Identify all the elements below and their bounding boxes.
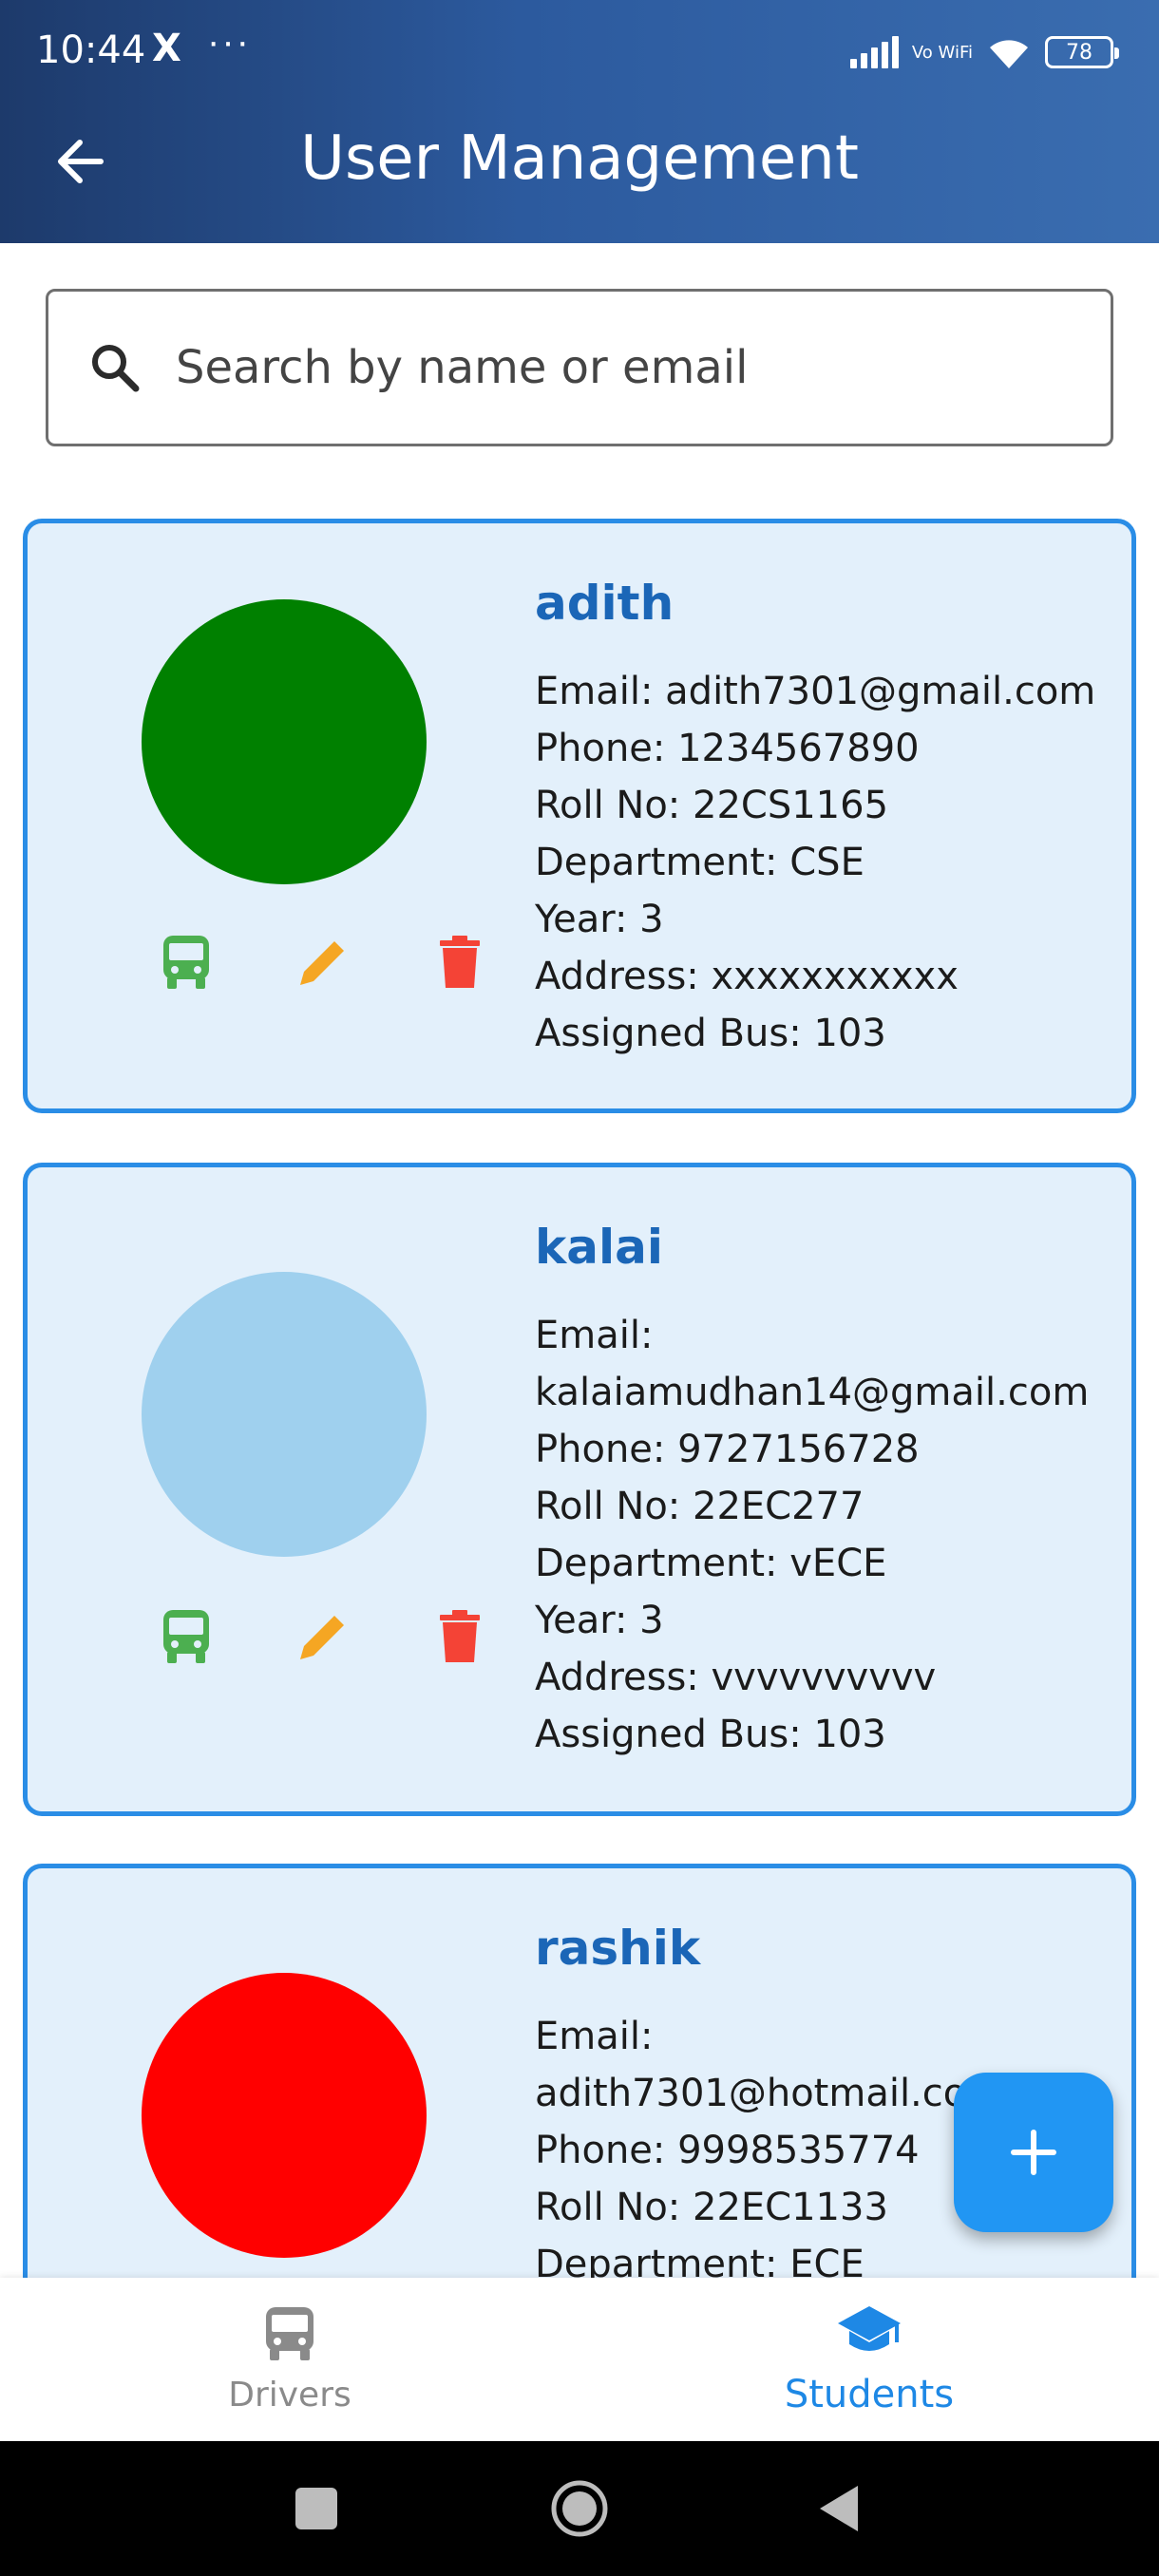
card-actions <box>118 928 528 996</box>
battery-icon: 78 <box>1045 36 1119 68</box>
student-bus: Assigned Bus: 103 <box>535 1012 886 1055</box>
search-field[interactable] <box>46 289 1113 446</box>
plus-icon <box>1011 2130 1056 2175</box>
nav-item-drivers[interactable]: Drivers <box>0 2278 580 2441</box>
system-nav-bar <box>0 2441 1159 2576</box>
nav-item-students[interactable]: Students <box>580 2278 1159 2441</box>
student-email-label: Email: <box>535 1314 654 1357</box>
status-time: 10:44 <box>36 28 146 72</box>
school-icon <box>838 2306 901 2351</box>
student-year: Year: 3 <box>535 1599 664 1642</box>
search-icon <box>92 345 140 392</box>
student-name: rashik <box>535 1921 701 1976</box>
trash-icon <box>440 1610 480 1662</box>
student-department: Department: ECE <box>535 2243 864 2278</box>
battery-level: 78 <box>1066 40 1092 65</box>
student-list[interactable]: adith Email: adith7301@gmail.com Phone: … <box>0 494 1159 2278</box>
delete-button[interactable] <box>391 928 528 996</box>
square-icon <box>295 2488 337 2529</box>
more-notifications-icon: ··· <box>207 21 251 63</box>
status-indicators: Vo WiFi 78 <box>849 28 1119 76</box>
home-button[interactable] <box>546 2475 613 2542</box>
home-circle-icon <box>551 2480 608 2537</box>
signal-icon <box>849 36 899 68</box>
student-name: kalai <box>535 1220 664 1275</box>
bus-icon <box>163 936 209 989</box>
avatar <box>142 1272 427 1557</box>
nav-label-drivers: Drivers <box>228 2375 352 2415</box>
student-info: kalai Email: kalaiamudhan14@gmail.com Ph… <box>535 1220 1112 1763</box>
card-actions <box>118 1602 528 1671</box>
assign-bus-button[interactable] <box>118 928 255 996</box>
pencil-icon <box>300 1613 347 1659</box>
nav-label-students: Students <box>784 2373 955 2416</box>
edit-button[interactable] <box>255 1602 391 1671</box>
search-input[interactable] <box>176 341 1031 394</box>
student-address: Address: xxxxxxxxxxx <box>535 955 959 998</box>
back-nav-button[interactable] <box>806 2475 872 2542</box>
bus-icon <box>266 2306 314 2360</box>
delete-button[interactable] <box>391 1602 528 1671</box>
student-email-label: Email: <box>535 2015 654 2058</box>
recents-button[interactable] <box>283 2475 350 2542</box>
avatar <box>142 599 427 884</box>
triangle-back-icon <box>820 2486 858 2531</box>
student-email: kalaiamudhan14@gmail.com <box>535 1371 1090 1414</box>
student-department: Department: CSE <box>535 841 864 884</box>
x-app-icon: X <box>152 27 181 70</box>
student-department: Department: vECE <box>535 1542 887 1585</box>
student-phone: Phone: 1234567890 <box>535 727 920 770</box>
edit-button[interactable] <box>255 928 391 996</box>
trash-icon <box>440 936 480 988</box>
page-title: User Management <box>300 123 859 194</box>
student-bus: Assigned Bus: 103 <box>535 1713 886 1756</box>
assign-bus-button[interactable] <box>118 1602 255 1671</box>
student-card[interactable]: kalai Email: kalaiamudhan14@gmail.com Ph… <box>23 1163 1136 1816</box>
student-name: adith <box>535 576 674 631</box>
wifi-icon <box>990 40 1028 68</box>
bus-icon <box>163 1610 209 1663</box>
add-student-button[interactable] <box>954 2073 1113 2232</box>
vowifi-label: Vo WiFi <box>911 42 973 63</box>
avatar <box>142 1973 427 2258</box>
student-year: Year: 3 <box>535 898 664 941</box>
student-address: Address: vvvvvvvvvv <box>535 1656 937 1699</box>
student-info: adith Email: adith7301@gmail.com Phone: … <box>535 576 1112 1062</box>
student-phone: Phone: 9727156728 <box>535 1428 920 1471</box>
student-card[interactable]: adith Email: adith7301@gmail.com Phone: … <box>23 519 1136 1113</box>
student-email: Email: adith7301@gmail.com <box>535 670 1096 713</box>
pencil-icon <box>300 938 347 985</box>
bottom-nav: Drivers Students <box>0 2278 1159 2441</box>
student-roll: Roll No: 22EC277 <box>535 1485 864 1528</box>
student-roll: Roll No: 22CS1165 <box>535 784 889 827</box>
app-bar: 10:44 X ··· Vo WiFi 78 User Management <box>0 0 1159 243</box>
